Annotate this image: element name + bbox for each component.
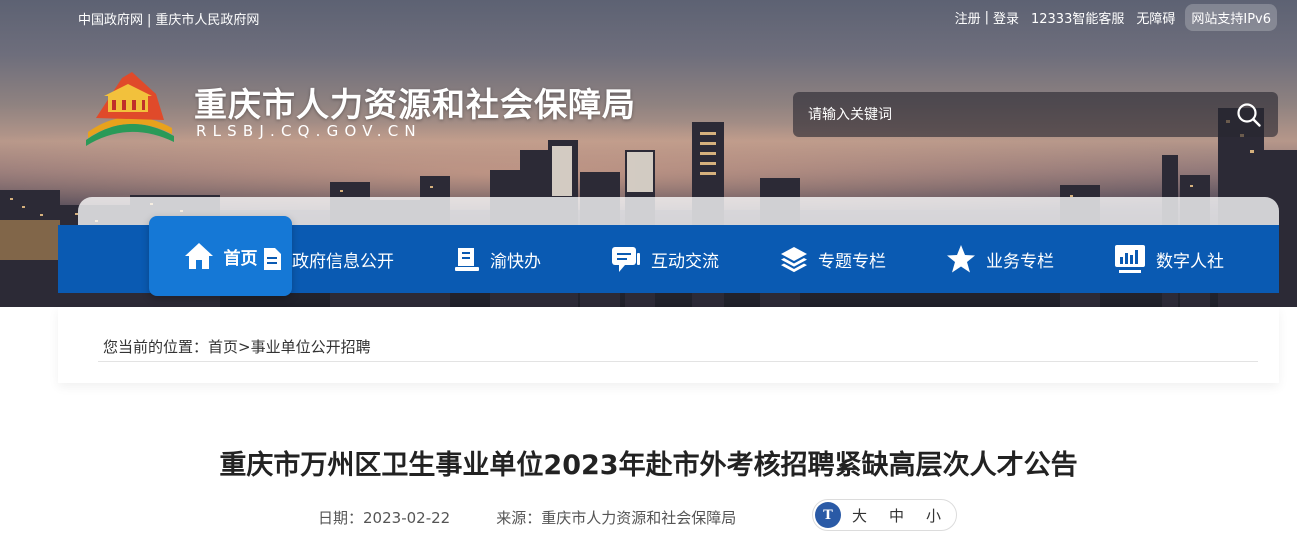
cq-gov-link[interactable]: 重庆市人民政府网 [155,13,259,28]
article-title: 重庆市万州区卫生事业单位2023年赴市外考核招聘紧缺高层次人才公告 [219,450,1078,481]
nav-item-topics[interactable]: 专题专栏 [780,225,886,293]
nav-item-yukuaiban[interactable]: 渝快办 [454,225,541,293]
top-links-left: 中国政府网 | 重庆市人民政府网 [78,9,259,28]
article-source: 重庆市人力资源和社会保障局 [541,509,737,527]
site-domain: RLSBJ.CQ.GOV.CN [196,122,422,140]
login-link[interactable]: 登录 [993,8,1019,27]
site-title[interactable]: 重庆市人力资源和社会保障局 [194,78,636,126]
chart-monitor-icon [1115,245,1145,273]
search-button[interactable] [1220,92,1278,137]
font-size-icon: T [815,502,841,528]
nav-item-digital[interactable]: 数字人社 [1114,225,1224,293]
font-size-large[interactable]: 大 [852,505,867,526]
nav-item-label: 渝快办 [490,251,541,272]
book-icon [455,248,479,271]
nav-item-business[interactable]: 业务专栏 [946,225,1054,293]
nav-item-interaction[interactable]: 互动交流 [611,225,719,293]
nav-item-label: 政府信息公开 [292,251,394,272]
chat-icon [612,247,640,272]
top-links-separator: | [147,13,152,28]
font-size-switcher: T 大 中 小 [812,499,957,531]
search-icon [1237,102,1261,127]
star-icon [947,245,975,273]
date-label: 日期： [318,509,364,527]
breadcrumb: 您当前的位置：首页>事业单位公开招聘 [103,336,371,357]
article-meta: 日期：2023-02-22 来源：重庆市人力资源和社会保障局 [318,507,736,528]
top-links-separator: | [984,9,989,25]
source-label: 来源： [496,509,542,527]
ipv6-badge[interactable]: 网站支持IPv6 [1185,3,1277,31]
breadcrumb-current[interactable]: 事业单位公开招聘 [251,338,371,356]
nav-item-label: 专题专栏 [818,251,886,272]
font-size-medium[interactable]: 中 [889,505,904,526]
register-link[interactable]: 注册 [955,8,981,27]
top-links-right: 注册 | 登录 12333智能客服 无障碍 网站支持IPv6 [955,3,1277,31]
nav-item-gov-info[interactable]: 政府信息公开 [262,225,394,293]
nav-item-label: 数字人社 [1156,251,1224,272]
gov-portal-link[interactable]: 中国政府网 [78,13,143,28]
nav-item-label: 业务专栏 [986,251,1054,272]
breadcrumb-home[interactable]: 首页 [208,338,238,356]
breadcrumb-prefix: 您当前的位置： [103,338,209,356]
breadcrumb-separator: > [238,338,251,356]
home-icon [184,243,213,269]
bureau-logo-icon [86,72,174,146]
font-size-icon-glyph: T [823,507,833,523]
article-date: 2023-02-22 [363,509,451,527]
layers-icon [781,247,807,273]
accessibility-link[interactable]: 无障碍 [1136,8,1175,27]
nav-item-label: 首页 [223,248,258,269]
document-icon [264,248,281,270]
search-box [793,92,1278,137]
nav-item-label: 互动交流 [651,251,719,272]
smart-service-link[interactable]: 12333智能客服 [1031,8,1124,27]
breadcrumb-divider [98,361,1258,362]
main-nav: 首页 政府信息公开 渝快办 互动交流 专题专栏 业务专栏 数字人社 [58,216,1279,296]
search-input[interactable] [793,92,1220,137]
font-size-small[interactable]: 小 [926,505,941,526]
